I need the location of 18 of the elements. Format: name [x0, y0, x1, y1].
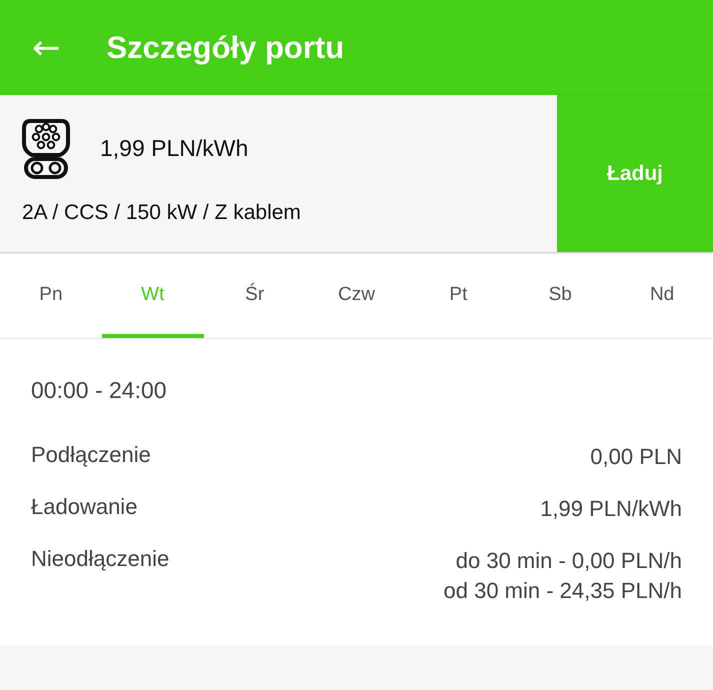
- fee-value: od 30 min - 24,35 PLN/h: [444, 577, 682, 605]
- day-tab[interactable]: Nd: [611, 252, 713, 338]
- fee-label: Podłączenie: [31, 442, 151, 469]
- day-tab[interactable]: Pt: [407, 252, 510, 338]
- day-tab[interactable]: Pn: [0, 252, 102, 338]
- day-tab[interactable]: Czw: [306, 252, 408, 338]
- page-title: Szczegóły portu: [106, 30, 344, 66]
- connector-icon: [22, 117, 70, 179]
- port-specs: 2A / CCS / 150 kW / Z kablem: [22, 201, 302, 225]
- fee-label: Ładowanie: [31, 494, 138, 521]
- fee-value: 0,00 PLN: [590, 443, 682, 471]
- fee-value: do 30 min - 0,00 PLN/h: [456, 547, 682, 575]
- fee-label: Nieodłączenie: [31, 546, 170, 573]
- hours-range: 00:00 - 24:00: [31, 377, 168, 404]
- day-tab[interactable]: Sb: [509, 252, 612, 338]
- day-tab[interactable]: Śr: [204, 252, 306, 338]
- port-price: 1,99 PLN/kWh: [100, 134, 248, 162]
- fee-value: 1,99 PLN/kWh: [540, 495, 682, 523]
